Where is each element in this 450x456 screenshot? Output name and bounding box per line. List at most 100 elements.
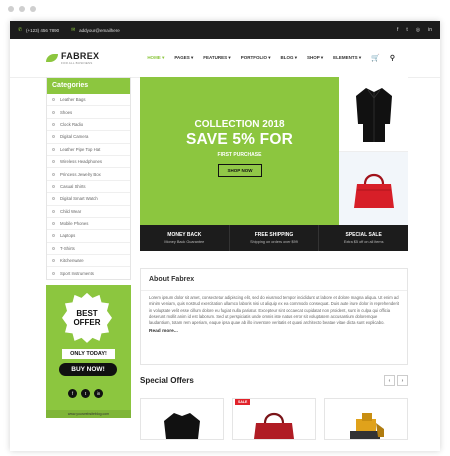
category-item[interactable]: Wireless Headphones bbox=[47, 156, 130, 169]
nav-pages[interactable]: PAGES ▾ bbox=[174, 55, 193, 61]
special-offers-title: Special Offers bbox=[140, 376, 194, 385]
logo-name: FABREX bbox=[61, 51, 100, 61]
about-text: Lorem ipsum dolor sit amet, consectetur … bbox=[149, 295, 399, 326]
best-offer-badge: BEST OFFER bbox=[62, 292, 112, 343]
instagram-icon[interactable]: ◎ bbox=[416, 27, 420, 33]
bullet-icon bbox=[52, 110, 55, 114]
site-header: FABREX FOR ALL BUSINESS HOME ▾ PAGES ▾ F… bbox=[10, 39, 440, 78]
bullet-icon bbox=[52, 147, 55, 151]
search-icon[interactable]: ⚲ bbox=[390, 54, 395, 62]
phone-number: (+123) 456 7890 bbox=[26, 27, 60, 33]
category-item[interactable]: Shoes bbox=[47, 106, 130, 119]
phone-contact[interactable]: ✆ (+123) 456 7890 bbox=[18, 26, 60, 33]
service-free-shipping: FREE SHIPPING Shipping on orders over $9… bbox=[230, 225, 320, 251]
category-item[interactable]: Leather Bags bbox=[47, 94, 130, 107]
buy-now-button[interactable]: BUY NOW! bbox=[59, 362, 117, 376]
bullet-icon bbox=[52, 271, 55, 275]
category-item[interactable]: Child Wear bbox=[47, 206, 130, 218]
badge-line-2: OFFER bbox=[73, 317, 101, 327]
nav-portfolio[interactable]: PORTFOLIO ▾ bbox=[241, 55, 271, 61]
category-item[interactable]: Princess Jewelry Box bbox=[47, 168, 130, 181]
hero-headline: SAVE 5% FOR bbox=[186, 131, 293, 148]
red-handbag-image[interactable] bbox=[339, 152, 408, 226]
linkedin-icon[interactable]: in bbox=[94, 388, 103, 398]
facebook-icon[interactable]: f bbox=[397, 27, 398, 33]
hero-promo: COLLECTION 2018 SAVE 5% FOR FIRST PURCHA… bbox=[140, 77, 339, 225]
bullet-icon bbox=[52, 135, 55, 139]
product-card[interactable] bbox=[324, 398, 408, 440]
service-money-back: MONEY BACK Money Back Guarantee bbox=[140, 225, 230, 251]
leaf-logo-icon bbox=[46, 54, 58, 62]
shop-now-button[interactable]: SHOP NOW bbox=[218, 164, 262, 177]
nav-features[interactable]: FEATURES ▾ bbox=[203, 55, 230, 61]
nav-elements[interactable]: ELEMENTS ▾ bbox=[333, 55, 361, 61]
email-contact[interactable]: ✉ addyour@emailhere bbox=[71, 26, 120, 33]
only-today-label: ONLY TODAY! bbox=[62, 348, 115, 359]
bullet-icon bbox=[52, 197, 55, 201]
site-logo[interactable]: FABREX FOR ALL BUSINESS bbox=[46, 51, 99, 65]
twitter-icon[interactable]: t bbox=[81, 388, 90, 398]
category-item[interactable]: Laptops bbox=[47, 230, 130, 243]
promo-url: www.yourwebsiteblog.com bbox=[46, 409, 131, 418]
service-special-sale: SPECIAL SALE Extra $5 off on all items bbox=[343, 232, 384, 244]
about-section: About Fabrex Lorem ipsum dolor sit amet,… bbox=[140, 268, 408, 365]
main-nav: HOME ▾ PAGES ▾ FEATURES ▾ PORTFOLIO ▾ BL… bbox=[147, 54, 395, 62]
email-address: addyour@emailhere bbox=[79, 27, 120, 33]
facebook-icon[interactable]: f bbox=[68, 388, 77, 398]
bullet-icon bbox=[52, 172, 55, 176]
linkedin-icon[interactable]: in bbox=[428, 27, 432, 33]
categories-title: Categories bbox=[47, 78, 130, 94]
categories-widget: Categories Leather Bags Shoes Clock Radi… bbox=[46, 77, 131, 280]
black-jacket-image[interactable] bbox=[339, 77, 408, 152]
jacket-product-image bbox=[164, 413, 200, 439]
phone-icon: ✆ bbox=[18, 26, 23, 33]
hero-banner: COLLECTION 2018 SAVE 5% FOR FIRST PURCHA… bbox=[140, 77, 408, 251]
product-card[interactable] bbox=[140, 398, 224, 440]
top-bar: ✆ (+123) 456 7890 ✉ addyour@emailhere f … bbox=[10, 21, 440, 39]
carousel-arrows: ‹ › bbox=[384, 375, 408, 386]
bullet-icon bbox=[52, 209, 55, 213]
nav-blog[interactable]: BLOG ▾ bbox=[280, 55, 297, 61]
bullet-icon bbox=[52, 222, 55, 226]
nav-shop[interactable]: SHOP ▾ bbox=[307, 55, 323, 61]
bullet-icon bbox=[52, 122, 55, 126]
website-frame: ✆ (+123) 456 7890 ✉ addyour@emailhere f … bbox=[10, 21, 440, 451]
bullet-icon bbox=[52, 184, 55, 188]
browser-window-dots bbox=[8, 6, 36, 12]
bag-product-image bbox=[254, 412, 294, 439]
promo-social-links: f t in bbox=[68, 388, 103, 398]
bullet-icon bbox=[52, 160, 55, 164]
sidebar: Categories Leather Bags Shoes Clock Radi… bbox=[46, 77, 131, 418]
bullet-icon bbox=[52, 98, 55, 102]
category-item[interactable]: Digital Smart Watch bbox=[47, 193, 130, 206]
nav-home[interactable]: HOME ▾ bbox=[147, 55, 164, 61]
category-item[interactable]: Casual Shirts bbox=[47, 181, 130, 194]
product-carousel: SALE bbox=[140, 398, 408, 440]
category-item[interactable]: Leather Pipe Top Hat bbox=[47, 144, 130, 156]
product-card[interactable]: SALE bbox=[232, 398, 316, 440]
topbar-social-links: f t ◎ in bbox=[397, 27, 432, 33]
badge-line-1: BEST bbox=[76, 308, 98, 318]
category-item[interactable]: Sport Instruments bbox=[47, 267, 130, 278]
bullet-icon bbox=[52, 246, 55, 250]
category-item[interactable]: T-Shirts bbox=[47, 243, 130, 256]
cart-icon[interactable]: 🛒 bbox=[371, 54, 380, 62]
main-column: COLLECTION 2018 SAVE 5% FOR FIRST PURCHA… bbox=[140, 77, 408, 440]
sale-badge: SALE bbox=[235, 399, 251, 405]
read-more-link[interactable]: Read more... bbox=[141, 326, 407, 337]
mail-icon: ✉ bbox=[71, 26, 76, 33]
category-item[interactable]: Clock Radio bbox=[47, 119, 130, 132]
best-offer-banner[interactable]: BEST OFFER ONLY TODAY! BUY NOW! f t in w… bbox=[46, 284, 131, 418]
chevron-left-icon[interactable]: ‹ bbox=[384, 375, 395, 386]
twitter-icon[interactable]: t bbox=[406, 27, 407, 33]
hero-subline: FIRST PURCHASE bbox=[217, 152, 262, 158]
bullet-icon bbox=[52, 234, 55, 238]
special-offers-header: Special Offers ‹ › bbox=[140, 375, 408, 386]
category-item[interactable]: Digital Camera bbox=[47, 131, 130, 144]
category-item[interactable]: Kitchenware bbox=[47, 255, 130, 268]
category-item[interactable]: Mobile Phones bbox=[47, 218, 130, 231]
bullet-icon bbox=[52, 259, 55, 263]
logo-tagline: FOR ALL BUSINESS bbox=[61, 61, 93, 65]
chevron-right-icon[interactable]: › bbox=[397, 375, 408, 386]
about-title: About Fabrex bbox=[141, 269, 407, 291]
